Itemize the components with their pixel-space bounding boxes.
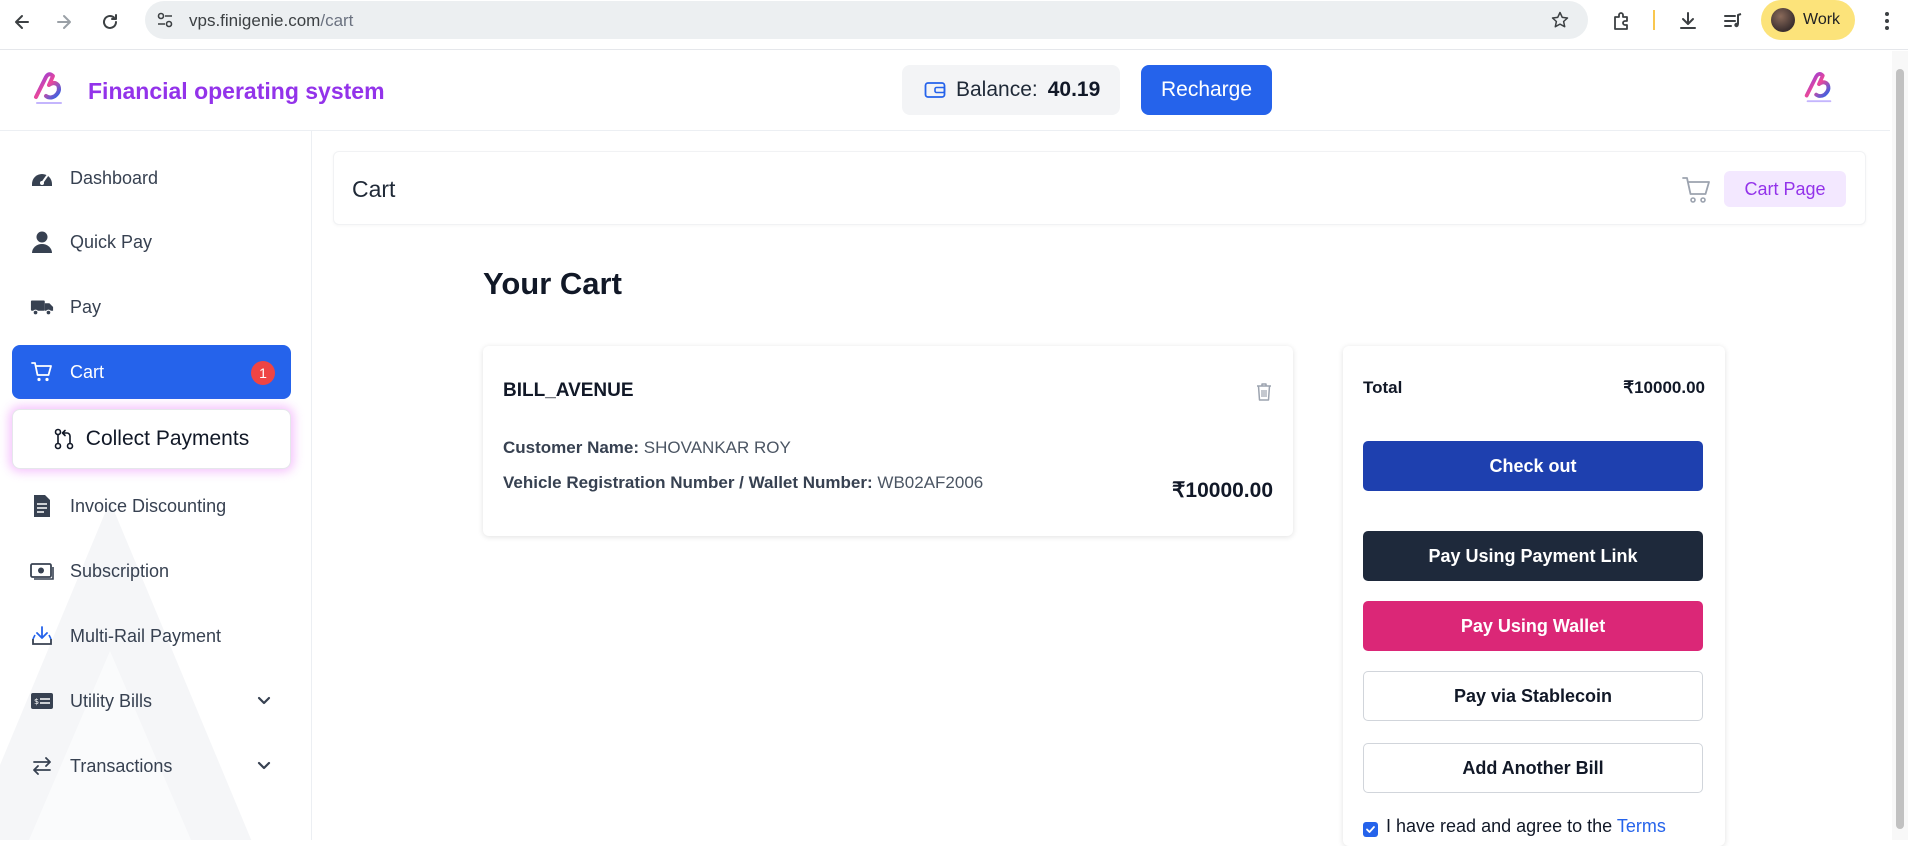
- customer-name-value: SHOVANKAR ROY: [643, 438, 791, 457]
- scrollbar-thumb[interactable]: [1896, 69, 1904, 829]
- pay-using-wallet-button[interactable]: Pay Using Wallet: [1363, 601, 1703, 651]
- cart-icon: [1682, 176, 1712, 204]
- brand-logo-small-icon: [1801, 68, 1837, 106]
- download-tray-icon: [30, 624, 54, 648]
- sidebar-item-transactions[interactable]: Transactions: [12, 739, 291, 793]
- balance-value: 40.19: [1047, 78, 1101, 101]
- checkout-button[interactable]: Check out: [1363, 441, 1703, 491]
- sidebar-item-label: Subscription: [70, 560, 170, 581]
- invoice-icon: [30, 494, 54, 518]
- terms-agreement: I have read and agree to the Terms: [1363, 816, 1666, 837]
- chevron-down-icon[interactable]: [255, 691, 273, 709]
- breadcrumb[interactable]: Cart Page: [1724, 171, 1846, 207]
- page-title: Cart: [352, 176, 396, 202]
- balance-label: Balance:: [956, 78, 1038, 101]
- sidebar-item-dashboard[interactable]: Dashboard: [12, 151, 291, 205]
- terms-text: I have read and agree to the Terms: [1386, 816, 1666, 837]
- pay-via-stablecoin-button[interactable]: Pay via Stablecoin: [1363, 671, 1703, 721]
- pay-using-payment-link-button[interactable]: Pay Using Payment Link: [1363, 531, 1703, 581]
- extensions-puzzle-icon[interactable]: [1609, 8, 1635, 34]
- sidebar-item-utility-bills[interactable]: $ Utility Bills: [12, 674, 291, 728]
- gauge-icon: [30, 166, 54, 190]
- app-header: Financial operating system Balance: 40.1…: [0, 51, 1890, 131]
- truck-icon: [30, 295, 54, 319]
- total-value: ₹10000.00: [1623, 378, 1705, 397]
- terms-prefix: I have read and agree to the: [1386, 816, 1613, 836]
- sidebar-item-cart[interactable]: Cart 1: [12, 345, 291, 399]
- cart-count-badge: 1: [251, 361, 275, 385]
- collect-payments-button[interactable]: Collect Payments: [12, 409, 291, 469]
- media-queue-icon[interactable]: [1720, 8, 1746, 34]
- toolbar-divider: [1653, 10, 1655, 30]
- address-bar[interactable]: vps.finigenie.com/cart: [145, 1, 1588, 39]
- page-scrollbar[interactable]: [1892, 51, 1908, 840]
- forward-arrow-icon[interactable]: [50, 8, 78, 36]
- terms-checkbox[interactable]: [1363, 822, 1378, 837]
- sidebar-item-label: Quick Pay: [70, 231, 153, 252]
- profile-chip[interactable]: Work: [1761, 0, 1855, 40]
- user-icon: [30, 230, 54, 254]
- sidebar-item-label: Pay: [70, 296, 102, 317]
- profile-label: Work: [1803, 11, 1841, 28]
- sidebar-item-label: Cart: [70, 361, 105, 382]
- trash-icon[interactable]: [1255, 382, 1273, 402]
- back-arrow-icon[interactable]: [8, 8, 36, 36]
- terms-link[interactable]: Terms: [1617, 816, 1666, 836]
- cart-item-card: BILL_AVENUE Customer Name: SHOVANKAR ROY…: [483, 346, 1293, 536]
- bookmark-star-icon[interactable]: [1550, 10, 1570, 30]
- avatar: [1771, 8, 1795, 32]
- sidebar-item-label: Multi-Rail Payment: [70, 625, 222, 646]
- sidebar-item-label: Utility Bills: [70, 690, 153, 711]
- kebab-menu-icon[interactable]: [1874, 8, 1900, 34]
- sidebar: Dashboard Quick Pay Pay Cart 1 Collect P…: [0, 131, 312, 840]
- reload-icon[interactable]: [96, 8, 124, 36]
- sidebar-item-label: Dashboard: [70, 167, 159, 188]
- order-summary-card: Total ₹10000.00 Check out Pay Using Paym…: [1343, 346, 1725, 846]
- vehicle-number-value: WB02AF2006: [877, 473, 984, 492]
- url-host: vps.finigenie.com: [189, 11, 321, 30]
- brand-name: Financial operating system: [88, 78, 385, 104]
- url-path: /cart: [320, 11, 354, 30]
- wallet-icon: [924, 80, 946, 100]
- recharge-button[interactable]: Recharge: [1141, 65, 1272, 115]
- pull-request-icon: [54, 428, 74, 450]
- money-icon: [30, 559, 54, 583]
- sidebar-item-invoice-discounting[interactable]: Invoice Discounting: [12, 479, 291, 533]
- brand-logo-icon[interactable]: [30, 69, 68, 107]
- vehicle-number-label: Vehicle Registration Number / Wallet Num…: [503, 473, 873, 492]
- vehicle-number-row: Vehicle Registration Number / Wallet Num…: [503, 473, 983, 493]
- sidebar-item-label: Invoice Discounting: [70, 495, 227, 516]
- site-settings-icon[interactable]: [155, 10, 175, 30]
- swap-icon: [30, 754, 54, 778]
- collect-payments-label: Collect Payments: [85, 427, 250, 450]
- customer-name-row: Customer Name: SHOVANKAR ROY: [503, 438, 791, 458]
- biller-name: BILL_AVENUE: [503, 380, 634, 401]
- sidebar-item-quick-pay[interactable]: Quick Pay: [12, 215, 291, 269]
- sidebar-item-subscription[interactable]: Subscription: [12, 544, 291, 598]
- item-amount: ₹10000.00: [1172, 479, 1273, 502]
- customer-name-label: Customer Name:: [503, 438, 640, 457]
- browser-toolbar: vps.finigenie.com/cart Work: [0, 0, 1908, 50]
- sidebar-item-label: Transactions: [70, 755, 173, 776]
- cart-heading: Your Cart: [483, 266, 622, 301]
- total-label: Total: [1363, 378, 1403, 397]
- chevron-down-icon[interactable]: [255, 756, 273, 774]
- bill-icon: $: [30, 689, 54, 713]
- sidebar-item-pay[interactable]: Pay: [12, 280, 291, 334]
- downloads-icon[interactable]: [1675, 8, 1701, 34]
- cart-icon: [30, 360, 54, 384]
- url-text: vps.finigenie.com/cart: [189, 11, 353, 31]
- sidebar-item-multi-rail-payment[interactable]: Multi-Rail Payment: [12, 609, 291, 663]
- page-header-bar: Cart Cart Page: [333, 151, 1866, 225]
- svg-text:$: $: [34, 697, 39, 706]
- add-another-bill-button[interactable]: Add Another Bill: [1363, 743, 1703, 793]
- balance-display: Balance: 40.19: [902, 65, 1120, 115]
